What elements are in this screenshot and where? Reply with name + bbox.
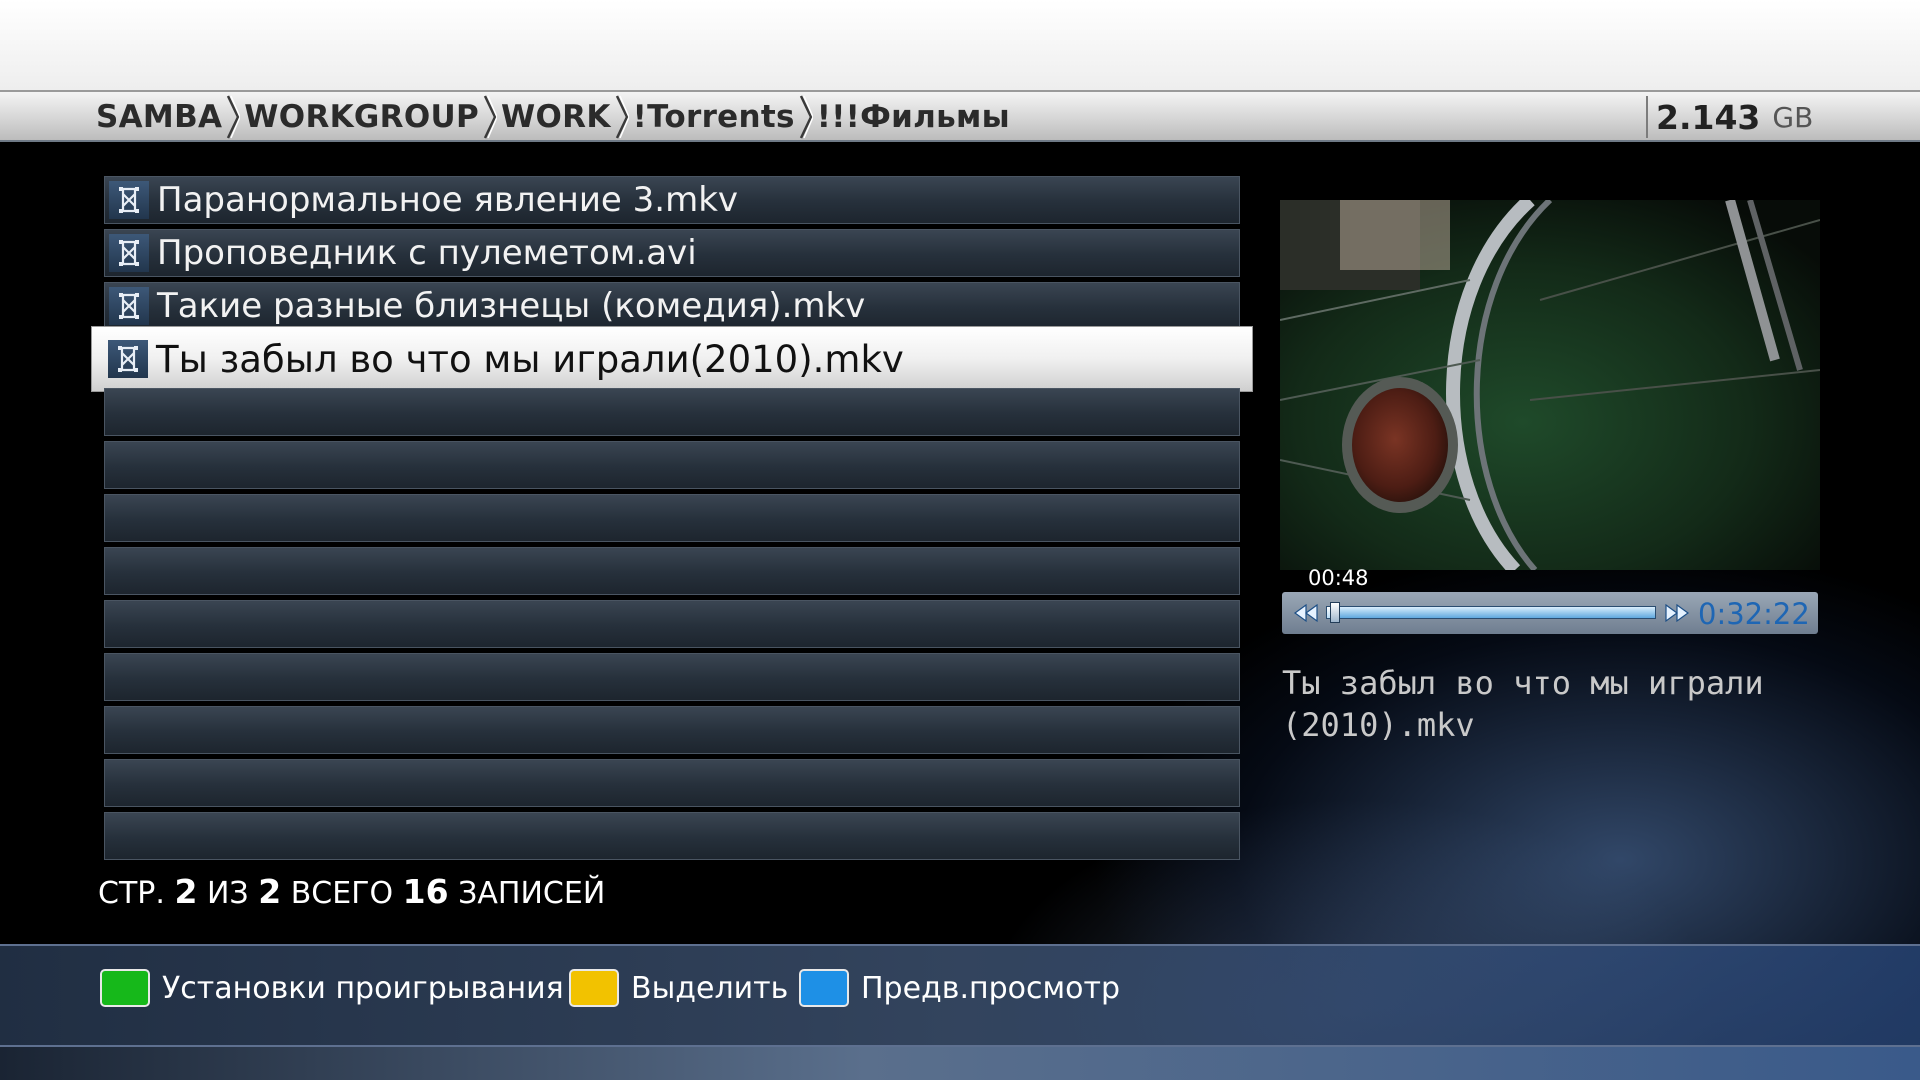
breadcrumb: SAMBA WORKGROUP WORK !Torrents !!!Фильмы xyxy=(96,92,1010,142)
total-duration: 0:32:22 xyxy=(1698,597,1810,631)
empty-list-row xyxy=(104,812,1240,860)
video-file-icon xyxy=(109,287,149,325)
video-file-icon xyxy=(108,340,148,378)
breadcrumb-item-samba[interactable]: SAMBA xyxy=(96,99,222,135)
legend-label: Установки проигрывания xyxy=(162,970,564,1006)
file-name: Паранормальное явление 3.mkv xyxy=(157,180,739,220)
breadcrumb-item-films[interactable]: !!!Фильмы xyxy=(817,99,1010,135)
bottom-strip xyxy=(0,1047,1920,1080)
disk-space-value: 2.143 xyxy=(1656,97,1761,137)
file-list-item[interactable]: Проповедник с пулеметом.avi xyxy=(104,229,1240,277)
bottom-bar: Установки проигрывания Выделить Предв.пр… xyxy=(0,944,1920,1047)
chevron-right-icon xyxy=(483,95,497,139)
file-name: Ты забыл во что мы играли(2010).mkv xyxy=(156,337,904,381)
current-page: 2 xyxy=(174,872,198,911)
page-label: СТР. xyxy=(98,876,165,911)
legend-playback-settings[interactable]: Установки проигрывания xyxy=(100,966,564,1010)
file-list-item-selected[interactable]: Ты забыл во что мы играли(2010).mkv xyxy=(91,326,1253,392)
breadcrumb-item-work[interactable]: WORK xyxy=(501,99,611,135)
legend-select[interactable]: Выделить xyxy=(569,966,788,1010)
file-name: Проповедник с пулеметом.avi xyxy=(157,233,697,273)
empty-list-row xyxy=(104,494,1240,542)
records-label: ЗАПИСЕЙ xyxy=(458,876,606,911)
green-key-icon xyxy=(100,969,150,1007)
total-pages: 2 xyxy=(258,872,282,911)
elapsed-time: 00:48 xyxy=(1308,566,1369,590)
empty-list-row xyxy=(104,706,1240,754)
total-records: 16 xyxy=(402,872,449,911)
legend-label: Выделить xyxy=(631,970,789,1006)
chevron-right-icon xyxy=(227,95,241,139)
blue-key-icon xyxy=(799,969,849,1007)
chevron-right-icon xyxy=(799,95,813,139)
empty-list-row xyxy=(104,388,1240,436)
legend-preview[interactable]: Предв.просмотр xyxy=(799,966,1120,1010)
empty-list-row xyxy=(104,547,1240,595)
player-controls: 0:32:22 xyxy=(1282,592,1818,634)
preview-filename: Ты забыл во что мы играли (2010).mkv xyxy=(1282,664,1764,744)
empty-list-row xyxy=(104,653,1240,701)
video-file-icon xyxy=(109,181,149,219)
rewind-icon[interactable] xyxy=(1292,602,1320,624)
legend-label: Предв.просмотр xyxy=(861,970,1121,1006)
path-bar: SAMBA WORKGROUP WORK !Torrents !!!Фильмы… xyxy=(0,90,1920,142)
empty-list-row xyxy=(104,441,1240,489)
disk-space-unit: GB xyxy=(1772,100,1814,134)
of-label: ИЗ xyxy=(206,876,249,911)
empty-list-row xyxy=(104,759,1240,807)
video-file-icon xyxy=(109,234,149,272)
yellow-key-icon xyxy=(569,969,619,1007)
breadcrumb-item-torrents[interactable]: !Torrents xyxy=(633,99,795,135)
breadcrumb-item-workgroup[interactable]: WORKGROUP xyxy=(244,99,479,135)
total-label: ВСЕГО xyxy=(290,876,394,911)
progress-bar[interactable] xyxy=(1326,602,1656,623)
divider xyxy=(1646,96,1648,138)
page-info: СТР. 2 ИЗ 2 ВСЕГО 16 ЗАПИСЕЙ xyxy=(98,872,605,911)
file-list-item[interactable]: Такие разные близнецы (комедия).mkv xyxy=(104,282,1240,330)
disk-space: 2.143 GB xyxy=(1656,92,1813,142)
video-frame-image xyxy=(1280,200,1820,570)
video-preview[interactable] xyxy=(1280,200,1820,570)
progress-handle[interactable] xyxy=(1330,602,1341,623)
file-list-item[interactable]: Паранормальное явление 3.mkv xyxy=(104,176,1240,224)
fast-forward-icon[interactable] xyxy=(1663,602,1691,624)
chevron-right-icon xyxy=(615,95,629,139)
empty-list-row xyxy=(104,600,1240,648)
file-name: Такие разные близнецы (комедия).mkv xyxy=(157,286,866,326)
top-bar xyxy=(0,0,1920,90)
